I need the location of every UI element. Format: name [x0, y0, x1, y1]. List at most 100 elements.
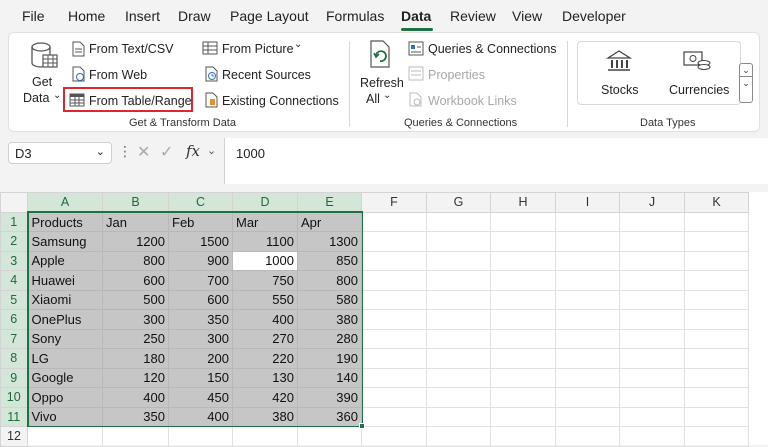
cell-a10[interactable]: Oppo — [27, 387, 103, 408]
cell-h6[interactable] — [490, 309, 556, 330]
row-header-5[interactable]: 5 — [0, 289, 29, 310]
cell-e8[interactable]: 190 — [297, 348, 362, 369]
cell-k2[interactable] — [684, 231, 749, 252]
row-header-7[interactable]: 7 — [0, 328, 29, 349]
tab-draw[interactable]: Draw — [178, 8, 211, 24]
cell-d5[interactable]: 550 — [232, 289, 298, 310]
chevron-down-icon[interactable]: ⌄ — [96, 145, 105, 158]
column-header-i[interactable]: I — [555, 192, 620, 213]
cell-f1[interactable] — [361, 211, 427, 232]
cell-k4[interactable] — [684, 270, 749, 291]
cell-f3[interactable] — [361, 250, 427, 271]
from-picture-button[interactable]: From Picture — [222, 42, 294, 56]
cell-k10[interactable] — [684, 387, 749, 408]
cell-j11[interactable] — [619, 406, 685, 427]
more-options-icon[interactable]: ⋮ — [118, 143, 132, 160]
cell-b3[interactable]: 800 — [102, 250, 169, 271]
cell-b11[interactable]: 350 — [102, 406, 169, 427]
cell-g3[interactable] — [426, 250, 491, 271]
cell-e2[interactable]: 1300 — [297, 231, 362, 252]
cell-h12[interactable] — [490, 426, 556, 447]
cell-j6[interactable] — [619, 309, 685, 330]
cell-i11[interactable] — [555, 406, 620, 427]
cell-d1[interactable]: Mar — [232, 211, 298, 232]
cell-b7[interactable]: 250 — [102, 328, 169, 349]
cell-j4[interactable] — [619, 270, 685, 291]
cell-e6[interactable]: 380 — [297, 309, 362, 330]
cell-h5[interactable] — [490, 289, 556, 310]
cell-g11[interactable] — [426, 406, 491, 427]
cell-f9[interactable] — [361, 367, 427, 388]
row-header-4[interactable]: 4 — [0, 270, 29, 291]
cell-f8[interactable] — [361, 348, 427, 369]
cell-i4[interactable] — [555, 270, 620, 291]
cell-b5[interactable]: 500 — [102, 289, 169, 310]
cell-g2[interactable] — [426, 231, 491, 252]
cell-k8[interactable] — [684, 348, 749, 369]
cell-c3[interactable]: 900 — [168, 250, 233, 271]
row-header-2[interactable]: 2 — [0, 231, 29, 252]
cell-g12[interactable] — [426, 426, 491, 447]
row-header-9[interactable]: 9 — [0, 367, 29, 388]
cell-d8[interactable]: 220 — [232, 348, 298, 369]
refresh-all-button[interactable]: All — [366, 92, 380, 106]
cell-h9[interactable] — [490, 367, 556, 388]
from-web-button[interactable]: From Web — [89, 68, 147, 82]
cell-i5[interactable] — [555, 289, 620, 310]
cell-f12[interactable] — [361, 426, 427, 447]
cell-e12[interactable] — [297, 426, 362, 447]
cell-e7[interactable]: 280 — [297, 328, 362, 349]
cell-k11[interactable] — [684, 406, 749, 427]
properties-button[interactable]: Properties — [428, 68, 485, 82]
cell-f2[interactable] — [361, 231, 427, 252]
cell-e10[interactable]: 390 — [297, 387, 362, 408]
cell-i10[interactable] — [555, 387, 620, 408]
column-header-b[interactable]: B — [102, 192, 169, 213]
cell-e11[interactable]: 360 — [297, 406, 362, 427]
from-text-csv-button[interactable]: From Text/CSV — [89, 42, 174, 56]
cell-i6[interactable] — [555, 309, 620, 330]
cell-d3[interactable]: 1000 — [232, 250, 298, 271]
cell-a6[interactable]: OnePlus — [27, 309, 103, 330]
gallery-scroll[interactable]: ⌄ ⌄ — [739, 63, 753, 103]
cell-k7[interactable] — [684, 328, 749, 349]
cell-d9[interactable]: 130 — [232, 367, 298, 388]
cell-d4[interactable]: 750 — [232, 270, 298, 291]
cell-g10[interactable] — [426, 387, 491, 408]
cell-j8[interactable] — [619, 348, 685, 369]
cell-c4[interactable]: 700 — [168, 270, 233, 291]
cell-i3[interactable] — [555, 250, 620, 271]
workbook-links-button[interactable]: Workbook Links — [428, 94, 517, 108]
cell-d10[interactable]: 420 — [232, 387, 298, 408]
cell-h4[interactable] — [490, 270, 556, 291]
cell-g8[interactable] — [426, 348, 491, 369]
cell-c7[interactable]: 300 — [168, 328, 233, 349]
column-header-g[interactable]: G — [426, 192, 491, 213]
chevron-down-icon[interactable]: ⌄ — [207, 144, 216, 157]
cell-b6[interactable]: 300 — [102, 309, 169, 330]
cell-f4[interactable] — [361, 270, 427, 291]
cell-a8[interactable]: LG — [27, 348, 103, 369]
cell-c9[interactable]: 150 — [168, 367, 233, 388]
column-header-c[interactable]: C — [168, 192, 233, 213]
cell-j10[interactable] — [619, 387, 685, 408]
tab-file[interactable]: File — [22, 8, 45, 24]
row-header-12[interactable]: 12 — [0, 426, 28, 447]
row-header-3[interactable]: 3 — [0, 250, 29, 271]
cell-d12[interactable] — [232, 426, 298, 447]
cell-d7[interactable]: 270 — [232, 328, 298, 349]
cell-h7[interactable] — [490, 328, 556, 349]
cell-f11[interactable] — [361, 406, 427, 427]
cell-d6[interactable]: 400 — [232, 309, 298, 330]
cell-e9[interactable]: 140 — [297, 367, 362, 388]
cell-c11[interactable]: 400 — [168, 406, 233, 427]
cell-b9[interactable]: 120 — [102, 367, 169, 388]
cell-i1[interactable] — [555, 211, 620, 232]
cell-d2[interactable]: 1100 — [232, 231, 298, 252]
cell-j2[interactable] — [619, 231, 685, 252]
row-header-1[interactable]: 1 — [0, 211, 29, 232]
cell-b2[interactable]: 1200 — [102, 231, 169, 252]
tab-developer[interactable]: Developer — [562, 8, 626, 24]
cell-k5[interactable] — [684, 289, 749, 310]
fill-handle[interactable] — [359, 423, 365, 429]
